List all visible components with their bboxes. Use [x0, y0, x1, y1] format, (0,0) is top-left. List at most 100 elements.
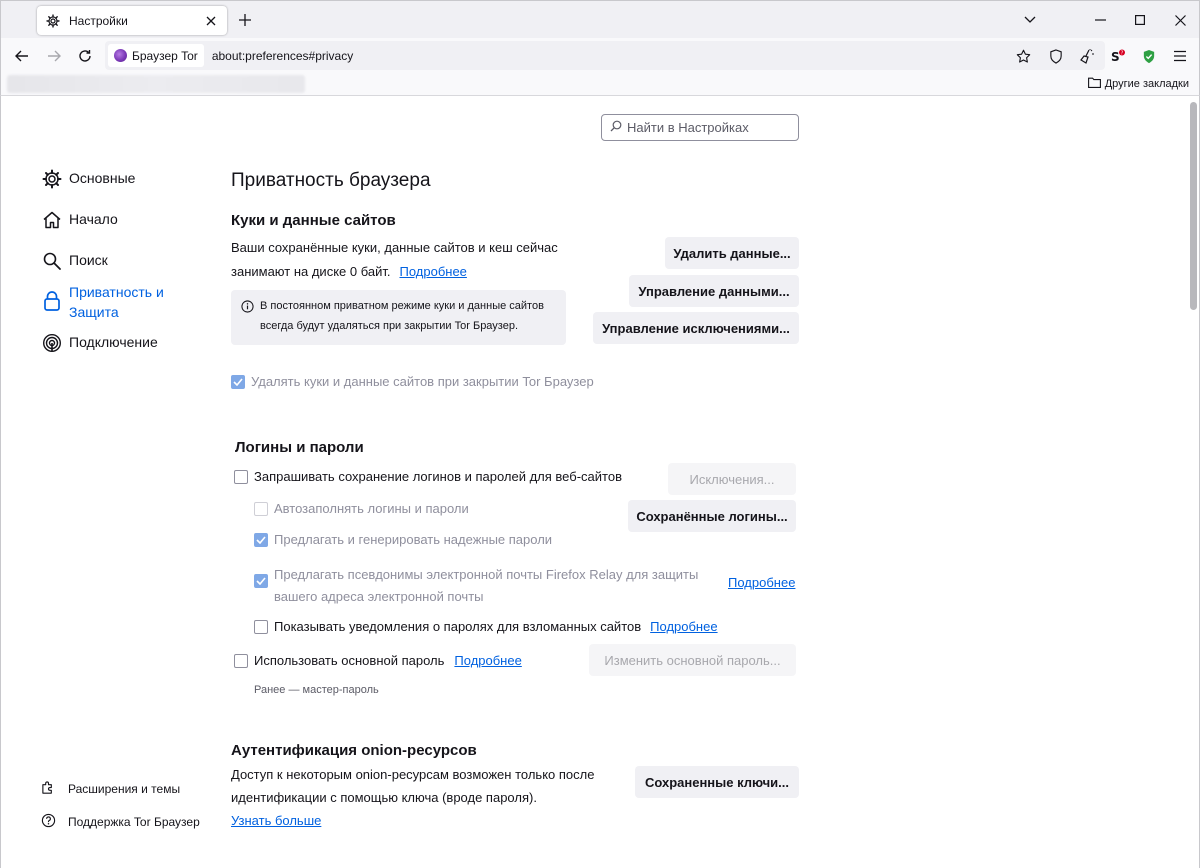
checkbox-unchecked[interactable]: [234, 470, 248, 484]
primary-password-note: Ранее — мастер-пароль: [254, 684, 379, 696]
sidebar-item-support[interactable]: Поддержка Tor Браузер: [41, 813, 200, 831]
primary-password-checkbox[interactable]: Использовать основной пароль Подробнее: [234, 652, 522, 670]
sidebar-item-addons[interactable]: Расширения и темы: [41, 780, 180, 798]
sidebar-item-label: Начало: [69, 211, 118, 227]
info-text-line2: всегда будут удаляться при закрытии Tor …: [260, 320, 519, 332]
onion-learn-more-link[interactable]: Узнать больше: [231, 809, 321, 833]
new-identity-broom-icon[interactable]: [1076, 45, 1098, 67]
suggest-passwords-checkbox[interactable]: Предлагать и генерировать надежные парол…: [254, 531, 552, 549]
minimize-icon[interactable]: [1089, 9, 1111, 31]
cookies-info-box: В постоянном приватном режиме куки и дан…: [231, 290, 566, 345]
breach-learn-more-link[interactable]: Подробнее: [650, 618, 717, 636]
onion-auth-heading: Аутентификация onion-ресурсов: [231, 742, 477, 759]
checkbox-checked[interactable]: [254, 574, 268, 588]
checkbox-label: Предлагать и генерировать надежные парол…: [274, 532, 553, 547]
folder-icon: [1087, 77, 1101, 91]
tor-onion-icon: [114, 49, 127, 62]
delete-on-close-checkbox[interactable]: Удалять куки и данные сайтов при закрыти…: [231, 373, 594, 391]
checkbox-label-line2: вашего адреса электронной почты: [274, 589, 484, 604]
home-icon: [41, 209, 63, 231]
shield-icon[interactable]: [1045, 45, 1067, 67]
gear-icon: [45, 13, 61, 29]
search-placeholder: Найти в Настройках: [627, 120, 749, 135]
chevron-down-icon[interactable]: [1019, 9, 1041, 31]
reload-icon[interactable]: [74, 45, 96, 67]
checkbox-label: Удалять куки и данные сайтов при закрыти…: [251, 374, 594, 389]
checkbox-unchecked[interactable]: [254, 620, 268, 634]
checkbox-unchecked[interactable]: [234, 654, 248, 668]
ask-save-logins-checkbox[interactable]: Запрашивать сохранение логинов и паролей…: [234, 468, 622, 486]
checkbox-label-line1: Предлагать псевдонимы электронной почты …: [274, 567, 699, 582]
checkbox-label: Автозаполнять логины и пароли: [274, 501, 469, 516]
sidebar-item-connection[interactable]: Подключение: [41, 332, 158, 354]
saved-logins-button[interactable]: Сохранённые логины...: [628, 500, 796, 532]
sidebar-item-label: Подключение: [69, 334, 158, 350]
site-identity-button[interactable]: Браузер Tor: [108, 44, 204, 67]
other-bookmarks-label: Другие закладки: [1104, 78, 1189, 90]
identity-label: Браузер Tor: [132, 48, 198, 63]
firefox-relay-checkbox[interactable]: Предлагать псевдонимы электронной почты …: [254, 564, 698, 608]
navigation-bar: Браузер Tor about:preferences#privacy S?: [0, 38, 1200, 73]
change-primary-password-button[interactable]: Изменить основной пароль...: [589, 644, 796, 676]
sidebar-item-label-line2: Защита: [69, 304, 119, 320]
tab-settings[interactable]: Настройки: [37, 6, 227, 35]
gear-icon: [41, 168, 63, 190]
relay-learn-more-link[interactable]: Подробнее: [728, 571, 795, 595]
green-shield-icon[interactable]: [1138, 45, 1160, 67]
menu-icon[interactable]: [1169, 45, 1191, 67]
lock-icon: [41, 290, 63, 312]
close-window-icon[interactable]: [1169, 9, 1191, 31]
star-icon[interactable]: [1012, 45, 1034, 67]
cookies-size-text: занимают на диске 0 байт.: [231, 264, 391, 279]
bookmarks-bar: Другие закладки: [0, 73, 1200, 96]
search-icon: [41, 250, 63, 272]
checkbox-checked[interactable]: [231, 375, 245, 389]
sidebar-item-label: Поиск: [69, 252, 108, 268]
blurred-bookmarks: [7, 75, 305, 93]
cookies-heading: Куки и данные сайтов: [231, 212, 396, 229]
logins-heading: Логины и пароли: [235, 439, 364, 456]
autofill-logins-checkbox[interactable]: Автозаполнять логины и пароли: [254, 500, 469, 518]
search-icon: [610, 120, 622, 135]
manage-data-button[interactable]: Управление данными...: [629, 275, 799, 307]
url-bar[interactable]: Браузер Tor about:preferences#privacy: [105, 41, 1105, 70]
sidebar-item-general[interactable]: Основные: [41, 168, 135, 190]
sidebar-item-search[interactable]: Поиск: [41, 250, 108, 272]
sidebar-item-label: Приватность и: [69, 284, 164, 300]
login-exceptions-button[interactable]: Исключения...: [668, 463, 796, 495]
preferences-content: Найти в Настройках Основные Начало Поиск…: [0, 96, 1200, 868]
back-arrow-icon[interactable]: [11, 45, 33, 67]
scrollbar[interactable]: [1190, 102, 1197, 310]
onion-auth-description-line2: идентификации с помощью ключа (вроде пар…: [231, 790, 537, 805]
noscript-icon[interactable]: S?: [1107, 45, 1129, 67]
manage-exceptions-button[interactable]: Управление исключениями...: [593, 312, 799, 344]
onion-auth-description-line1: Доступ к некоторым onion-ресурсам возмож…: [231, 767, 595, 782]
maximize-icon[interactable]: [1129, 9, 1151, 31]
search-input[interactable]: Найти в Настройках: [601, 114, 799, 141]
sidebar-item-label: Основные: [69, 170, 136, 186]
help-icon: [41, 813, 56, 831]
sidebar-footer-label: Расширения и темы: [68, 782, 181, 796]
sidebar-item-privacy[interactable]: Приватность и Защита: [41, 282, 164, 322]
checkbox-label: Запрашивать сохранение логинов и паролей…: [254, 469, 622, 484]
other-bookmarks-button[interactable]: Другие закладки: [1087, 77, 1189, 91]
checkbox-checked[interactable]: [254, 533, 268, 547]
connection-icon: [41, 332, 63, 354]
forward-arrow-icon[interactable]: [43, 45, 65, 67]
info-text-line1: В постоянном приватном режиме куки и дан…: [260, 300, 544, 312]
saved-keys-button[interactable]: Сохраненные ключи...: [635, 766, 799, 798]
new-tab-button[interactable]: [235, 10, 255, 30]
sidebar-footer-label: Поддержка Tor Браузер: [68, 815, 200, 829]
url-text[interactable]: about:preferences#privacy: [212, 49, 353, 63]
tab-title: Настройки: [69, 13, 128, 28]
svg-text:S: S: [1111, 50, 1120, 64]
sidebar-item-home[interactable]: Начало: [41, 209, 118, 231]
cookies-learn-more-link[interactable]: Подробнее: [399, 260, 466, 284]
checkbox-label: Показывать уведомления о паролях для взл…: [274, 619, 642, 634]
primary-password-learn-more-link[interactable]: Подробнее: [454, 652, 521, 670]
breach-alerts-checkbox[interactable]: Показывать уведомления о паролях для взл…: [254, 618, 718, 636]
checkbox-unchecked[interactable]: [254, 502, 268, 516]
puzzle-icon: [41, 780, 56, 798]
close-icon[interactable]: [203, 13, 219, 29]
clear-data-button[interactable]: Удалить данные...: [665, 237, 799, 269]
